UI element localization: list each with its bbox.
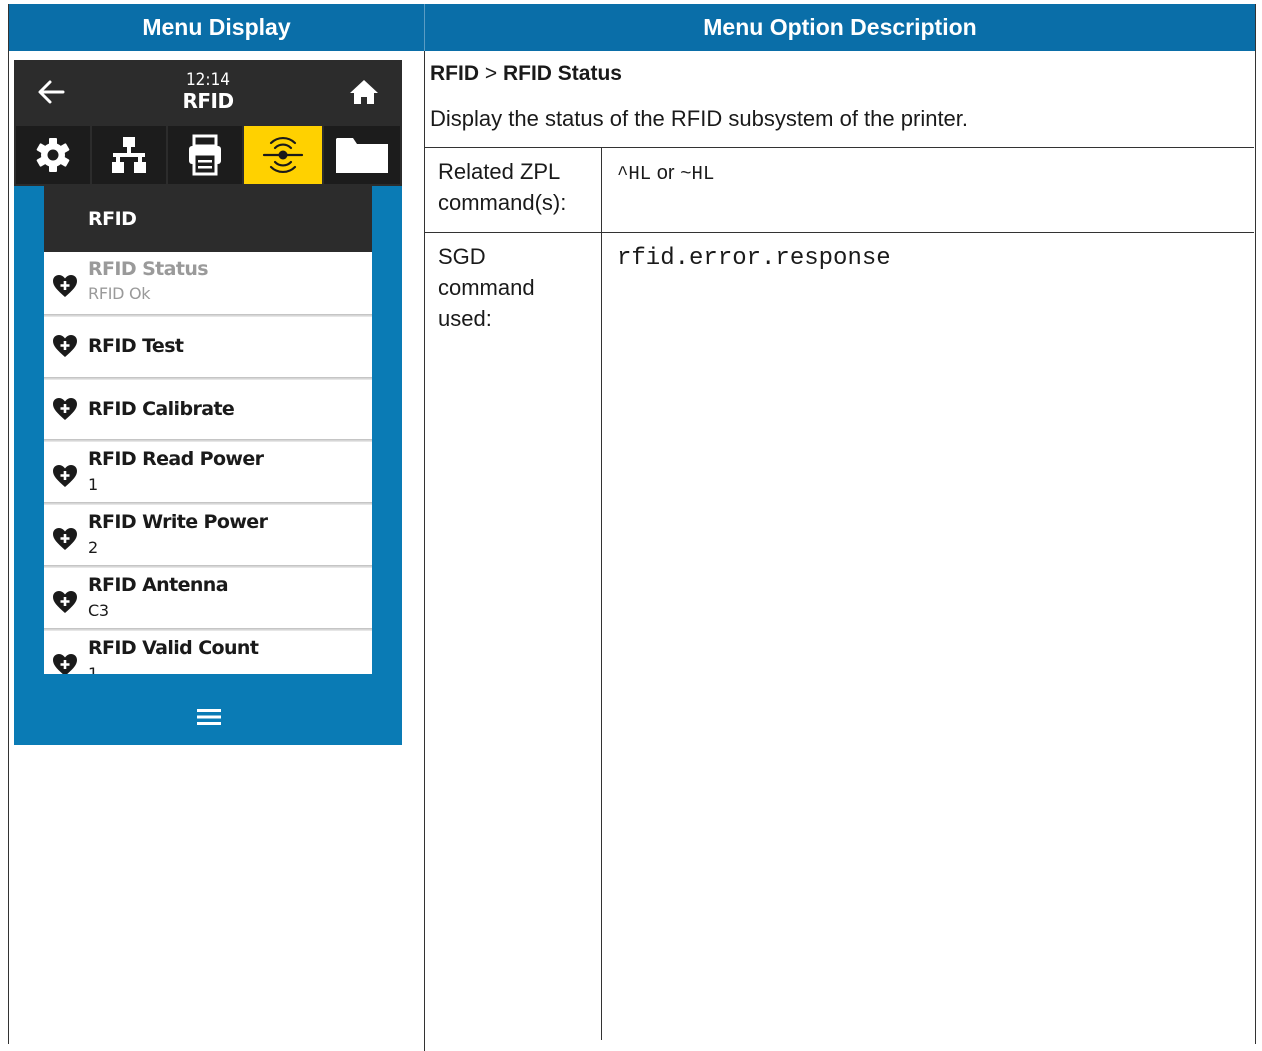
- menu-item-rfid-status[interactable]: RFID Status RFID Ok: [44, 252, 372, 314]
- screen-title: RFID: [182, 89, 234, 113]
- printer-screen: 12:14 RFID RFID RFID Status RFID Ok RFID…: [14, 60, 402, 745]
- heart-plus-icon: [53, 398, 77, 420]
- tab-storage[interactable]: [324, 126, 400, 184]
- tab-rfid[interactable]: [244, 126, 322, 184]
- breadcrumb-separator: >: [484, 62, 498, 85]
- breadcrumb: RFID > RFID Status: [430, 62, 622, 86]
- option-description: Display the status of the RFID subsystem…: [430, 106, 969, 131]
- sgd-label-line: SGD: [438, 244, 486, 269]
- heart-plus-icon: [53, 335, 77, 357]
- zpl-label-line: command(s):: [438, 190, 567, 215]
- zpl-label: Related ZPL command(s):: [438, 156, 566, 218]
- tab-network[interactable]: [92, 126, 166, 184]
- header-menu-option-description: Menu Option Description: [425, 4, 1255, 51]
- header-menu-display: Menu Display: [9, 4, 424, 51]
- network-icon: [112, 137, 146, 173]
- menu-item-label: RFID Valid Count: [88, 637, 259, 659]
- panel-title: RFID: [44, 186, 372, 252]
- menu-item-value: 1: [88, 475, 98, 494]
- heart-plus-icon: [53, 528, 77, 550]
- menu-item-value: C3: [88, 601, 109, 620]
- menu-item-value: 2: [88, 538, 98, 557]
- folder-icon: [336, 138, 388, 173]
- hamburger-menu-icon[interactable]: [195, 706, 223, 728]
- menu-item-label: RFID Test: [88, 335, 184, 357]
- heart-plus-icon: [53, 465, 77, 487]
- table-rule: [424, 147, 1254, 148]
- zpl-commands: ^HL or ~HL: [617, 162, 714, 185]
- zpl-or: or: [656, 162, 675, 184]
- menu-item-rfid-read-power[interactable]: RFID Read Power 1: [44, 442, 372, 504]
- menu-item-rfid-calibrate[interactable]: RFID Calibrate: [44, 380, 372, 442]
- menu-item-rfid-valid-count[interactable]: RFID Valid Count 1: [44, 631, 372, 674]
- zpl-label-line: Related ZPL: [438, 159, 561, 184]
- column-divider: [424, 51, 425, 1051]
- menu-item-value: 1: [88, 664, 98, 674]
- table-column-rule: [601, 147, 602, 1040]
- tab-print[interactable]: [168, 126, 242, 184]
- zpl-command: ^HL: [617, 163, 652, 185]
- menu-item-rfid-antenna[interactable]: RFID Antenna C3: [44, 568, 372, 630]
- menu-item-rfid-test[interactable]: RFID Test: [44, 317, 372, 379]
- settings-icon: [36, 138, 70, 172]
- menu-item-label: RFID Write Power: [88, 511, 268, 533]
- rfid-menu-panel: RFID RFID Status RFID Ok RFID Test RFID …: [44, 186, 372, 674]
- sgd-label-line: used:: [438, 306, 492, 331]
- breadcrumb-current: RFID Status: [502, 62, 622, 85]
- sgd-label-line: command: [438, 275, 535, 300]
- heart-plus-icon: [53, 591, 77, 613]
- menu-item-label: RFID Calibrate: [88, 398, 235, 420]
- tab-settings[interactable]: [16, 126, 90, 184]
- menu-item-value: RFID Ok: [88, 284, 151, 303]
- home-icon[interactable]: [349, 78, 379, 106]
- screen-top-bar: 12:14 RFID: [14, 60, 402, 124]
- rfid-icon: [262, 136, 304, 174]
- clock: 12:14: [185, 70, 231, 90]
- category-tab-bar: [14, 124, 402, 186]
- breadcrumb-parent: RFID: [430, 62, 479, 85]
- menu-item-rfid-write-power[interactable]: RFID Write Power 2: [44, 505, 372, 567]
- menu-item-label: RFID Read Power: [88, 448, 264, 470]
- menu-item-label: RFID Antenna: [88, 574, 229, 596]
- menu-item-label: RFID Status: [88, 258, 209, 280]
- zpl-command: ~HL: [680, 163, 715, 185]
- heart-plus-icon: [53, 275, 77, 297]
- sgd-command: rfid.error.response: [617, 245, 891, 272]
- table-rule: [424, 232, 1254, 233]
- printer-icon: [189, 134, 221, 176]
- sgd-label: SGD command used:: [438, 241, 535, 334]
- heart-plus-icon: [53, 654, 77, 674]
